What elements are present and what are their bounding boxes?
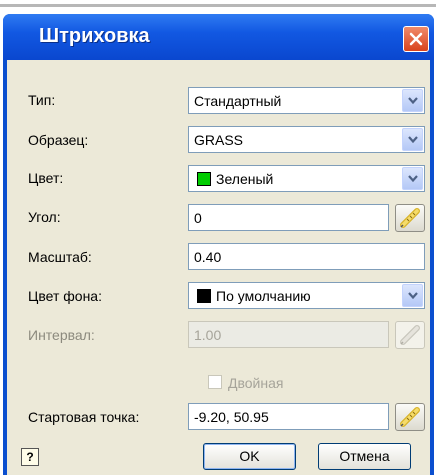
dropdown-arrow-icon[interactable] [402,284,423,307]
spacing-value: 1.00 [194,327,222,343]
angle-value: 0 [194,210,202,226]
pick-ruler-icon [400,208,420,228]
scale-label: Масштаб: [28,249,92,265]
top-strip [0,0,436,10]
hatch-dialog: Штриховка Тип: Стандартный Образец: GRAS… [3,14,434,475]
pattern-select[interactable]: GRASS [188,126,425,153]
color-label: Цвет: [28,170,64,186]
scale-input[interactable]: 0.40 [188,243,425,270]
title-bar[interactable]: Штриховка [3,14,434,60]
type-label: Тип: [28,92,56,108]
dropdown-arrow-icon[interactable] [402,128,423,151]
start-point-value: -9.20, 50.95 [194,409,269,425]
dropdown-arrow-icon[interactable] [402,167,423,190]
pattern-value: GRASS [194,132,244,148]
double-checkbox [208,375,222,389]
close-icon [409,32,423,46]
dialog-title: Штриховка [39,25,150,47]
type-select[interactable]: Стандартный [188,87,425,114]
pick-start-point-button[interactable] [395,403,425,431]
pick-spacing-button [395,321,425,349]
pick-ruler-icon [400,325,420,345]
start-point-label: Стартовая точка: [28,409,140,425]
pattern-label: Образец: [28,132,89,148]
help-icon[interactable]: ? [21,448,39,466]
start-point-input[interactable]: -9.20, 50.95 [188,403,389,430]
angle-label: Угол: [28,209,61,225]
angle-input[interactable]: 0 [188,204,389,231]
color-value: Зеленый [216,171,274,187]
spacing-label: Интервал: [28,327,95,343]
close-button[interactable] [403,26,429,52]
bg-color-swatch [197,289,211,303]
scale-value: 0.40 [194,249,222,265]
spacing-input: 1.00 [188,321,389,348]
bg-color-label: Цвет фона: [28,288,102,304]
cancel-button[interactable]: Отмена [318,443,411,470]
type-value: Стандартный [194,93,282,109]
double-label: Двойная [228,375,284,391]
dropdown-arrow-icon[interactable] [402,89,423,112]
bg-color-value: По умолчанию [216,288,311,304]
pick-ruler-icon [400,407,420,427]
color-select[interactable]: Зеленый [188,165,425,192]
ok-button[interactable]: OK [203,443,296,470]
dialog-body: Тип: Стандартный Образец: GRASS Цвет: Зе… [7,60,430,475]
color-swatch [197,172,211,186]
pick-angle-button[interactable] [395,204,425,232]
bg-color-select[interactable]: По умолчанию [188,282,425,309]
